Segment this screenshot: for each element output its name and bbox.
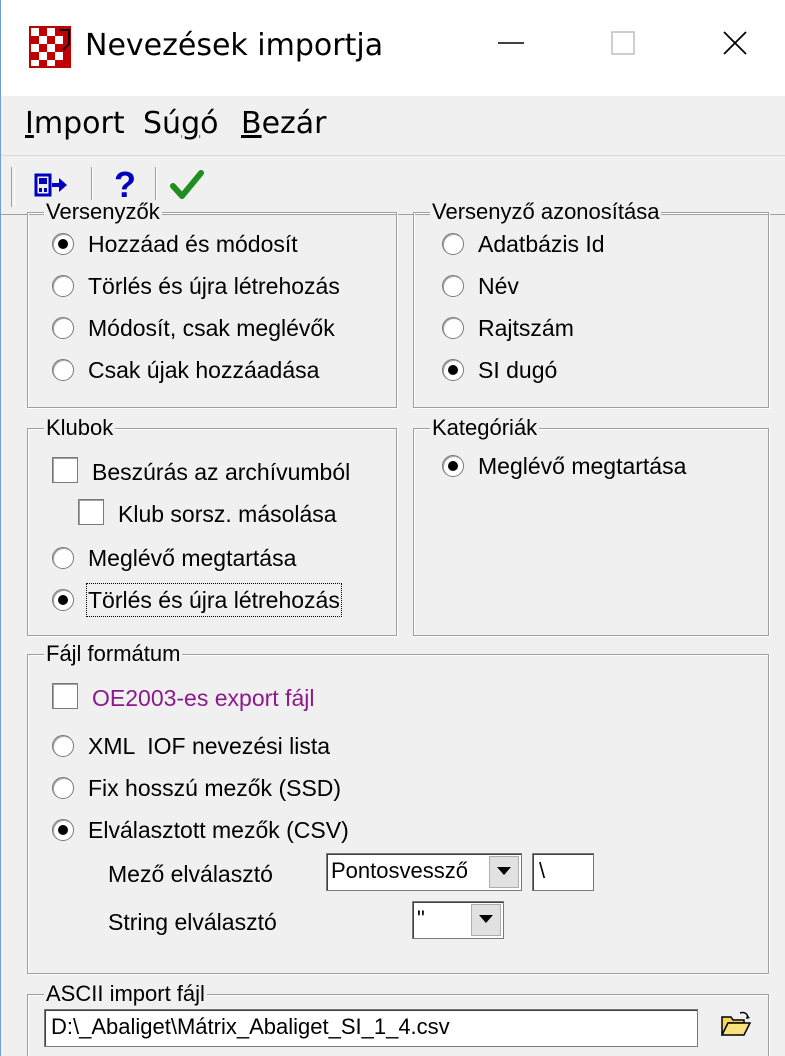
radio-button[interactable] xyxy=(442,275,464,297)
option-label: Név xyxy=(478,273,519,299)
string-separator-label: String elválasztó xyxy=(108,909,277,935)
option-label: Törlés és újra létrehozás xyxy=(86,583,342,617)
chevron-down-icon[interactable] xyxy=(471,904,501,936)
maximize-button[interactable] xyxy=(583,10,663,80)
option-label: Rajtszám xyxy=(478,315,574,341)
ok-checkmark-icon xyxy=(170,169,204,206)
toolbar-grip xyxy=(11,167,15,207)
identification-group-title: Versenyző azonosítása xyxy=(430,199,662,224)
option-label: Meglévő megtartása xyxy=(88,545,297,571)
title-bar[interactable]: Nevezések importja xyxy=(1,0,785,96)
import-window: Nevezések importja Import Súgó Bezár ? V… xyxy=(0,0,785,1056)
radio-button[interactable] xyxy=(52,233,74,255)
menu-close-label: Bezár xyxy=(241,106,327,141)
file-format-group-title: Fájl formátum xyxy=(44,641,183,666)
ascii-import-group-title: ASCII import fájl xyxy=(44,981,207,1006)
option-label: Törlés és újra létrehozás xyxy=(88,273,340,299)
menu-help[interactable]: Súgó xyxy=(139,104,222,144)
minimize-icon xyxy=(496,28,526,63)
radio-button[interactable] xyxy=(52,317,74,339)
field-separator-extra-value: \ xyxy=(539,858,546,883)
option-label: Klub sorsz. másolása xyxy=(118,501,337,527)
open-folder-icon xyxy=(720,1011,752,1044)
file-format-group: Fájl formátum OE2003-es export fájl XML … xyxy=(27,642,769,974)
import-file-path-input[interactable]: D:\_Abaliget\Mátrix_Abaliget_SI_1_4.csv xyxy=(44,1009,698,1047)
radio-button[interactable] xyxy=(442,359,464,381)
ascii-import-group: ASCII import fájl D:\_Abaliget\Mátrix_Ab… xyxy=(27,982,769,1056)
string-separator-select[interactable]: " xyxy=(412,901,504,939)
chevron-down-icon[interactable] xyxy=(489,856,519,888)
radio-button[interactable] xyxy=(52,819,74,841)
menu-import-label: Import xyxy=(25,106,125,141)
checkbox[interactable] xyxy=(78,499,104,525)
identification-group: Versenyző azonosítása Adatbázis Id Név R… xyxy=(413,200,769,408)
radio-button[interactable] xyxy=(52,589,74,611)
close-icon xyxy=(720,28,750,63)
menu-import[interactable]: Import xyxy=(21,104,129,144)
option-label: Fix hosszú mezők (SSD) xyxy=(88,775,342,801)
clubs-group-title: Klubok xyxy=(44,415,116,440)
browse-file-button[interactable] xyxy=(718,1009,754,1045)
competitors-group-title: Versenyzők xyxy=(44,199,162,224)
field-separator-label: Mező elválasztó xyxy=(108,861,273,887)
option-label: Beszúrás az archívumból xyxy=(92,459,351,485)
maximize-icon xyxy=(608,28,638,63)
radio-button[interactable] xyxy=(442,233,464,255)
checkbox[interactable] xyxy=(52,457,78,483)
radio-button[interactable] xyxy=(52,547,74,569)
option-label: Hozzáad és módosít xyxy=(88,231,298,257)
radio-button[interactable] xyxy=(52,359,74,381)
option-label: XML IOF nevezési lista xyxy=(88,733,331,759)
clubs-group: Klubok Beszúrás az archívumból Klub sors… xyxy=(27,416,397,636)
radio-button[interactable] xyxy=(52,735,74,757)
option-label: Adatbázis Id xyxy=(478,231,605,257)
field-separator-value: Pontosvessző xyxy=(331,858,468,883)
app-checkered-flag-icon xyxy=(29,26,71,68)
option-label: SI dugó xyxy=(478,357,558,383)
field-separator-extra-input[interactable]: \ xyxy=(532,853,594,891)
field-separator-select[interactable]: Pontosvessző xyxy=(326,853,522,891)
categories-group-title: Kategóriák xyxy=(430,415,540,440)
radio-button[interactable] xyxy=(442,317,464,339)
competitors-group: Versenyzők Hozzáad és módosít Törlés és … xyxy=(27,200,397,408)
import-file-path-value: D:\_Abaliget\Mátrix_Abaliget_SI_1_4.csv xyxy=(51,1014,450,1039)
categories-group: Kategóriák Meglévő megtartása xyxy=(413,416,769,636)
radio-button[interactable] xyxy=(52,275,74,297)
string-separator-value: " xyxy=(417,906,425,931)
option-label: OE2003-es export fájl xyxy=(92,685,315,711)
close-button[interactable] xyxy=(695,10,775,80)
svg-text:?: ? xyxy=(114,167,136,203)
option-label: Elválasztott mezők (CSV) xyxy=(88,817,349,843)
window-title: Nevezések importja xyxy=(85,28,384,63)
checkbox[interactable] xyxy=(52,683,78,709)
option-label: Módosít, csak meglévők xyxy=(88,315,335,341)
option-label: Meglévő megtartása xyxy=(478,453,687,479)
option-label: Csak újak hozzáadása xyxy=(88,357,320,383)
radio-button[interactable] xyxy=(442,455,464,477)
menu-close[interactable]: Bezár xyxy=(237,104,331,144)
menu-bar: Import Súgó Bezár xyxy=(1,96,785,156)
minimize-button[interactable] xyxy=(471,10,551,80)
menu-help-label: Súgó xyxy=(143,106,219,141)
ok-toolbar-button[interactable] xyxy=(167,167,207,207)
radio-button[interactable] xyxy=(52,777,74,799)
